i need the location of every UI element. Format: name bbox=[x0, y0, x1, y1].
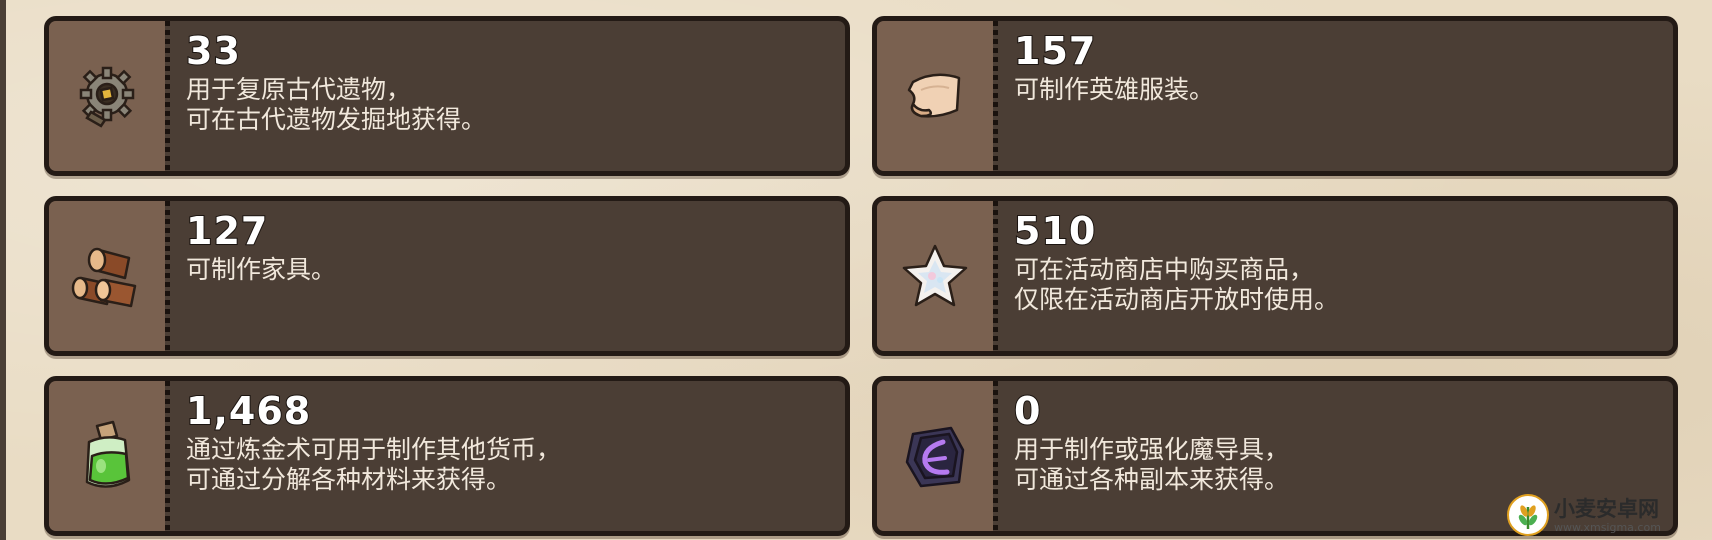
currency-card[interactable]: 127 可制作家具。 bbox=[44, 196, 850, 356]
currency-grid: 33 用于复原古代遗物， 可在古代遗物发掘地获得。 157 可制作英雄服装。 1… bbox=[44, 16, 1678, 536]
cloth-scroll-icon bbox=[899, 60, 971, 132]
item-count: 1,468 bbox=[185, 388, 312, 434]
watermark-title: 小麦安卓网 bbox=[1554, 496, 1659, 521]
item-icon-cell bbox=[877, 381, 993, 531]
crystal-star-icon bbox=[898, 240, 972, 312]
wheat-logo-icon bbox=[1506, 493, 1550, 537]
currency-card[interactable]: 510 可在活动商店中购买商品， 仅限在活动商店开放时使用。 bbox=[872, 196, 1678, 356]
item-info: 157 可制作英雄服装。 bbox=[998, 21, 1673, 171]
item-description: 通过炼金术可用于制作其他货币， 可通过分解各种材料来获得。 bbox=[186, 435, 562, 494]
item-icon-cell bbox=[877, 21, 993, 171]
green-potion-icon bbox=[71, 418, 143, 494]
item-description: 可制作英雄服装。 bbox=[1014, 75, 1215, 104]
dark-rune-stone-icon bbox=[899, 420, 971, 492]
item-count: 510 bbox=[1013, 208, 1097, 254]
item-icon-cell bbox=[49, 201, 165, 351]
wood-logs-icon bbox=[69, 240, 145, 312]
item-info: 510 可在活动商店中购买商品， 仅限在活动商店开放时使用。 bbox=[998, 201, 1673, 351]
item-icon-cell bbox=[49, 21, 165, 171]
item-count: 33 bbox=[185, 28, 241, 74]
item-description: 可在活动商店中购买商品， 仅限在活动商店开放时使用。 bbox=[1014, 255, 1340, 314]
currency-card[interactable]: 1,468 通过炼金术可用于制作其他货币， 可通过分解各种材料来获得。 bbox=[44, 376, 850, 536]
gear-relic-icon bbox=[71, 60, 143, 132]
watermark-url: www.xmsigma.com bbox=[1554, 520, 1661, 534]
panel-left-edge bbox=[0, 0, 6, 540]
item-icon-cell bbox=[877, 201, 993, 351]
item-count: 0 bbox=[1013, 388, 1042, 434]
currency-card[interactable]: 157 可制作英雄服装。 bbox=[872, 16, 1678, 176]
item-description: 用于复原古代遗物， 可在古代遗物发掘地获得。 bbox=[186, 75, 487, 134]
item-count: 157 bbox=[1013, 28, 1097, 74]
item-info: 1,468 通过炼金术可用于制作其他货币， 可通过分解各种材料来获得。 bbox=[170, 381, 845, 531]
site-watermark: 小麦安卓网 www.xmsigma.com bbox=[1506, 492, 1706, 538]
item-description: 用于制作或强化魔导具， 可通过各种副本来获得。 bbox=[1014, 435, 1290, 494]
item-description: 可制作家具。 bbox=[186, 255, 337, 284]
currency-card[interactable]: 33 用于复原古代遗物， 可在古代遗物发掘地获得。 bbox=[44, 16, 850, 176]
item-info: 33 用于复原古代遗物， 可在古代遗物发掘地获得。 bbox=[170, 21, 845, 171]
item-count: 127 bbox=[185, 208, 269, 254]
item-info: 127 可制作家具。 bbox=[170, 201, 845, 351]
item-icon-cell bbox=[49, 381, 165, 531]
